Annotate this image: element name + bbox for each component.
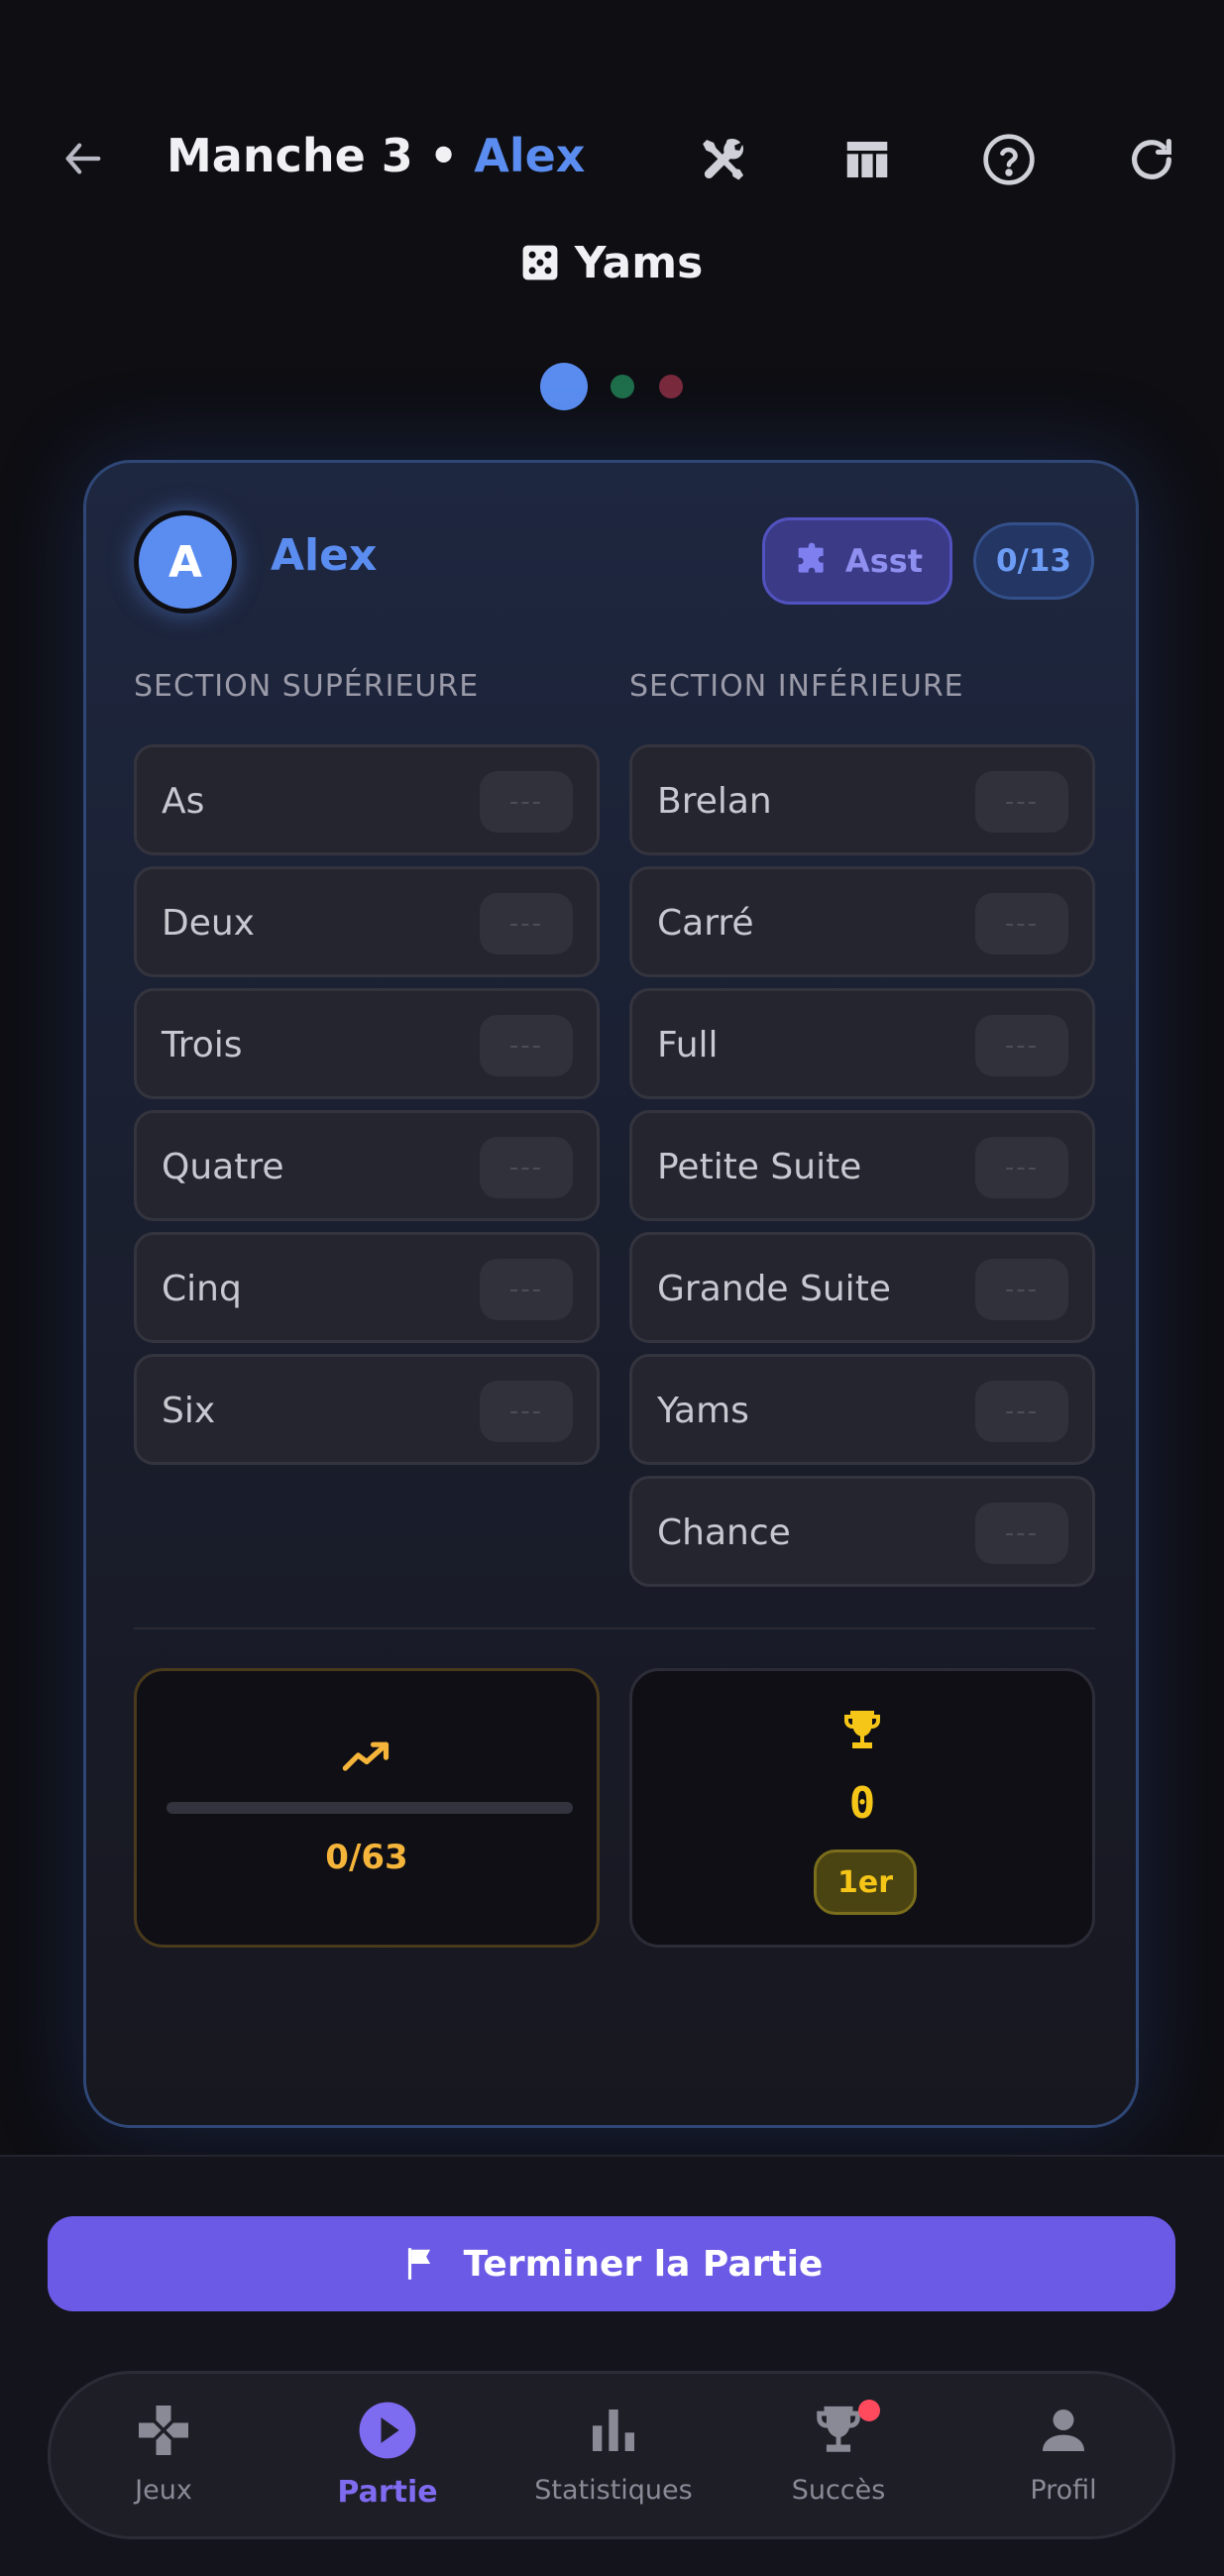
row-value: --- [975, 1503, 1068, 1564]
score-row-as[interactable]: As --- [134, 744, 600, 855]
nav-label: Jeux [135, 2475, 192, 2506]
flag-icon [407, 2248, 430, 2280]
finish-game-label: Terminer la Partie [463, 2243, 824, 2285]
row-label: Brelan [657, 781, 772, 822]
row-value: --- [975, 893, 1068, 954]
upper-section-title: SECTION SUPÉRIEURE [134, 669, 480, 704]
bonus-progress-text: 0/63 [325, 1838, 408, 1877]
score-row-brelan[interactable]: Brelan --- [629, 744, 1095, 855]
refresh-icon [1132, 138, 1171, 179]
score-row-grande-suite[interactable]: Grande Suite --- [629, 1232, 1095, 1343]
row-value: --- [480, 1015, 573, 1076]
score-row-cinq[interactable]: Cinq --- [134, 1232, 600, 1343]
nav-item-statistiques[interactable]: Statistiques [514, 2396, 713, 2524]
tools-button[interactable] [694, 131, 751, 188]
current-player-label: Alex [474, 129, 586, 182]
row-label: Trois [162, 1025, 243, 1065]
upper-bonus-box: 0/63 [134, 1668, 600, 1948]
row-label: Carré [657, 903, 754, 944]
avatar: A [134, 510, 237, 614]
nav-item-succes[interactable]: Succès [739, 2396, 938, 2524]
row-value: --- [975, 1259, 1068, 1320]
game-title: Yams [0, 238, 1224, 288]
pager-dot-active[interactable] [540, 363, 588, 410]
player-pager [0, 363, 1224, 412]
nav-label: Succès [791, 2475, 886, 2506]
assist-button[interactable]: Asst [762, 517, 952, 605]
row-label: Chance [657, 1512, 791, 1553]
notification-dot [858, 2400, 880, 2421]
row-label: As [162, 781, 205, 822]
pager-dot[interactable] [659, 375, 683, 398]
row-value: --- [480, 1381, 573, 1442]
nav-label: Statistiques [534, 2475, 693, 2506]
row-value: --- [975, 1137, 1068, 1198]
total-score-box: 0 1er [629, 1668, 1095, 1948]
round-label: Manche 3 • [167, 129, 475, 182]
reset-button[interactable] [1123, 131, 1180, 188]
player-scorecard: A Alex Asst 0/13 SECTION SUPÉRIEURE SECT… [83, 460, 1139, 2128]
bar-chart-icon [593, 2409, 634, 2451]
gamepad-icon [139, 2406, 188, 2455]
top-bar: Manche 3 • Alex [0, 109, 1224, 208]
pager-dot[interactable] [611, 375, 634, 398]
assist-label: Asst [844, 542, 924, 580]
help-circle-icon [983, 134, 1035, 185]
score-row-full[interactable]: Full --- [629, 988, 1095, 1099]
finish-game-button[interactable]: Terminer la Partie [48, 2216, 1175, 2311]
person-icon [1043, 2409, 1084, 2451]
game-name: Yams [574, 238, 704, 288]
trophy-icon [844, 1711, 880, 1748]
nav-item-partie[interactable]: Partie [288, 2396, 487, 2524]
divider [134, 1627, 1095, 1629]
total-score: 0 [848, 1778, 876, 1829]
score-row-deux[interactable]: Deux --- [134, 866, 600, 977]
trending-up-icon [342, 1741, 389, 1771]
row-label: Full [657, 1025, 719, 1065]
nav-item-profil[interactable]: Profil [964, 2396, 1163, 2524]
page-title: Manche 3 • Alex [167, 129, 585, 182]
row-label: Quatre [162, 1147, 284, 1187]
row-label: Cinq [162, 1269, 242, 1309]
nav-item-jeux[interactable]: Jeux [64, 2396, 263, 2524]
dice-icon [522, 245, 558, 280]
row-label: Six [162, 1391, 216, 1431]
score-row-carre[interactable]: Carré --- [629, 866, 1095, 977]
row-value: --- [480, 1259, 573, 1320]
score-row-trois[interactable]: Trois --- [134, 988, 600, 1099]
lower-section-title: SECTION INFÉRIEURE [629, 669, 964, 704]
row-label: Yams [657, 1391, 749, 1431]
row-label: Petite Suite [657, 1147, 862, 1187]
row-value: --- [480, 771, 573, 833]
row-label: Grande Suite [657, 1269, 891, 1309]
row-value: --- [975, 1381, 1068, 1442]
rank-badge: 1er [814, 1849, 917, 1915]
score-row-chance[interactable]: Chance --- [629, 1476, 1095, 1587]
bonus-progress-bar [167, 1802, 573, 1814]
filled-count-badge: 0/13 [973, 522, 1094, 600]
score-row-petite-suite[interactable]: Petite Suite --- [629, 1110, 1095, 1221]
score-row-yams[interactable]: Yams --- [629, 1354, 1095, 1465]
nav-label: Profil [1030, 2475, 1097, 2506]
play-circle-icon [359, 2402, 416, 2459]
row-value: --- [480, 1137, 573, 1198]
row-value: --- [480, 893, 573, 954]
scoreboard-button[interactable] [838, 131, 896, 188]
score-row-six[interactable]: Six --- [134, 1354, 600, 1465]
arrow-left-icon [65, 143, 101, 174]
table-icon [846, 142, 888, 177]
player-name: Alex [271, 530, 378, 581]
row-value: --- [975, 771, 1068, 833]
bottom-nav: Jeux Partie Statistiques Succès Profil [48, 2371, 1175, 2539]
score-row-quatre[interactable]: Quatre --- [134, 1110, 600, 1221]
tools-icon [703, 138, 743, 180]
row-label: Deux [162, 903, 255, 944]
nav-label: Partie [337, 2475, 438, 2510]
row-value: --- [975, 1015, 1068, 1076]
help-button[interactable] [980, 131, 1038, 188]
puzzle-icon [798, 542, 824, 573]
back-button[interactable] [57, 133, 109, 184]
